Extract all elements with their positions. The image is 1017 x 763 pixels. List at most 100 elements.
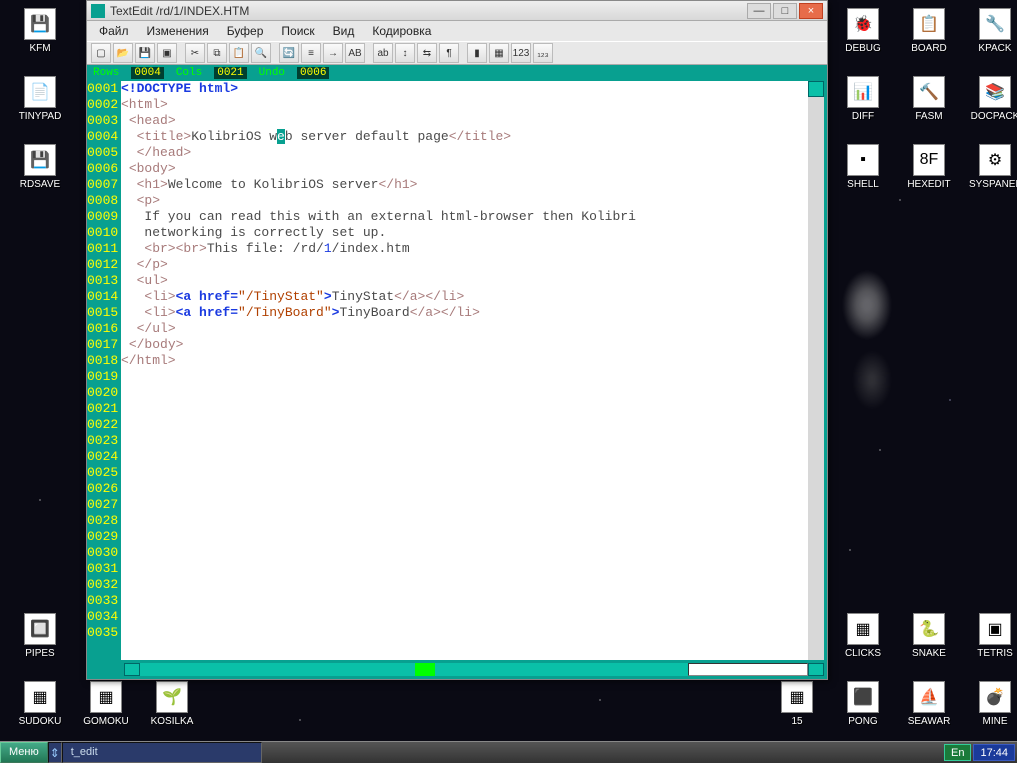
menu-Вид[interactable]: Вид (333, 24, 355, 38)
desktop-icon-clicks[interactable]: ▦CLICKS (833, 613, 893, 659)
desktop-icon-syspanel[interactable]: ⚙SYSPANEL (965, 144, 1017, 190)
close-button[interactable]: × (799, 3, 823, 19)
desktop-icon-pipes[interactable]: 🔲PIPES (10, 613, 70, 659)
hscroll-track[interactable] (140, 663, 688, 676)
code-line[interactable]: <html> (121, 97, 808, 113)
code-line[interactable]: <body> (121, 161, 808, 177)
desktop-icon-fasm[interactable]: 🔨FASM (899, 76, 959, 122)
desktop-icon-docpack[interactable]: 📚DOCPACK (965, 76, 1017, 122)
new-button[interactable]: ▢ (91, 43, 111, 63)
upper-button[interactable]: AB (345, 43, 365, 63)
desktop-icon-kpack[interactable]: 🔧KPACK (965, 8, 1017, 54)
maximize-button[interactable]: □ (773, 3, 797, 19)
scroll-up-button[interactable] (808, 81, 824, 97)
copy-button[interactable]: ⧉ (207, 43, 227, 63)
code-line[interactable] (121, 561, 808, 577)
desktop-icon-hexedit[interactable]: 8FHEXEDIT (899, 144, 959, 190)
save-button[interactable]: 💾 (135, 43, 155, 63)
code-line[interactable] (121, 385, 808, 401)
taskbar-task[interactable]: t_edit (62, 742, 262, 763)
desktop-icon-snake[interactable]: 🐍SNAKE (899, 613, 959, 659)
code-line[interactable] (121, 529, 808, 545)
desktop-icon-tetris[interactable]: ▣TETRIS (965, 613, 1017, 659)
desktop-icon-shell[interactable]: ▪SHELL (833, 144, 893, 190)
desktop-icon-diff[interactable]: 📊DIFF (833, 76, 893, 122)
scroll-right-button[interactable] (808, 663, 824, 676)
hscroll-thumb[interactable] (415, 663, 435, 676)
code-line[interactable] (121, 481, 808, 497)
desktop-icon-tinypad[interactable]: 📄TINYPAD (10, 76, 70, 122)
desktop-icon-kfm[interactable]: 💾KFM (10, 8, 70, 54)
code-line[interactable]: </head> (121, 145, 808, 161)
code-line[interactable] (121, 369, 808, 385)
code-line[interactable]: </html> (121, 353, 808, 369)
code-line[interactable]: </ul> (121, 321, 808, 337)
find-button[interactable]: 🔍 (251, 43, 271, 63)
search-field[interactable] (688, 663, 808, 676)
desktop-icon-debug[interactable]: 🐞DEBUG (833, 8, 893, 54)
desktop-icon-board[interactable]: 📋BOARD (899, 8, 959, 54)
desktop-icon-sudoku[interactable]: ▦SUDOKU (10, 681, 70, 727)
toggle-button[interactable]: ⇆ (417, 43, 437, 63)
code-line[interactable]: <p> (121, 193, 808, 209)
tray-time[interactable]: 17:44 (973, 744, 1015, 761)
code-line[interactable]: </p> (121, 257, 808, 273)
cut-button[interactable]: ✂ (185, 43, 205, 63)
color2-button[interactable]: ▦ (489, 43, 509, 63)
code-line[interactable] (121, 513, 808, 529)
paste-button[interactable]: 📋 (229, 43, 249, 63)
menu-Файл[interactable]: Файл (99, 24, 129, 38)
vertical-scrollbar[interactable] (808, 81, 824, 660)
code-line[interactable]: </body> (121, 337, 808, 353)
menu-Буфер[interactable]: Буфер (227, 24, 264, 38)
start-menu-button[interactable]: Меню (0, 742, 48, 763)
code-line[interactable]: If you can read this with an external ht… (121, 209, 808, 225)
minimize-button[interactable]: — (747, 3, 771, 19)
num2-button[interactable]: ₁₂₃ (533, 43, 553, 63)
desktop-icon-pong[interactable]: ⬛PONG (833, 681, 893, 727)
menu-Изменения[interactable]: Изменения (147, 24, 209, 38)
color1-button[interactable]: ▮ (467, 43, 487, 63)
code-line[interactable] (121, 449, 808, 465)
code-line[interactable]: <h1>Welcome to KolibriOS server</h1> (121, 177, 808, 193)
code-line[interactable] (121, 577, 808, 593)
desktop-icon-rdsave[interactable]: 💾RDSAVE (10, 144, 70, 190)
desktop-icon-seawar[interactable]: ⛵SEAWAR (899, 681, 959, 727)
pilcrow-button[interactable]: ¶ (439, 43, 459, 63)
code-line[interactable] (121, 609, 808, 625)
menu-Поиск[interactable]: Поиск (281, 24, 314, 38)
code-line[interactable]: <head> (121, 113, 808, 129)
code-line[interactable] (121, 593, 808, 609)
select-all-button[interactable]: ▣ (157, 43, 177, 63)
taskbar-arrows[interactable]: ⇕ (48, 742, 62, 763)
replace-button[interactable]: 🔄 (279, 43, 299, 63)
syntax-button[interactable]: ≡ (301, 43, 321, 63)
code-line[interactable]: <ul> (121, 273, 808, 289)
code-line[interactable] (121, 465, 808, 481)
menu-Кодировка[interactable]: Кодировка (372, 24, 431, 38)
lower-button[interactable]: ab (373, 43, 393, 63)
desktop-icon-mine[interactable]: 💣MINE (965, 681, 1017, 727)
scroll-left-button[interactable] (124, 663, 140, 676)
code-line[interactable] (121, 401, 808, 417)
goto-button[interactable]: → (323, 43, 343, 63)
code-line[interactable] (121, 625, 808, 641)
titlebar[interactable]: TextEdit /rd/1/INDEX.HTM — □ × (87, 1, 827, 21)
tray-lang[interactable]: En (944, 744, 971, 761)
open-button[interactable]: 📂 (113, 43, 133, 63)
code-line[interactable] (121, 417, 808, 433)
desktop-icon-15[interactable]: ▦15 (767, 681, 827, 727)
invert-button[interactable]: ↕ (395, 43, 415, 63)
code-line[interactable] (121, 545, 808, 561)
code-line[interactable]: <li><a href="/TinyStat">TinyStat</a></li… (121, 289, 808, 305)
code-line[interactable]: <li><a href="/TinyBoard">TinyBoard</a></… (121, 305, 808, 321)
code-line[interactable]: <!DOCTYPE html> (121, 81, 808, 97)
code-area[interactable]: <!DOCTYPE html><html> <head> <title>Koli… (121, 81, 808, 660)
num1-button[interactable]: 123 (511, 43, 531, 63)
code-line[interactable] (121, 497, 808, 513)
desktop-icon-gomoku[interactable]: ▦GOMOKU (76, 681, 136, 727)
scroll-track[interactable] (808, 97, 824, 660)
code-line[interactable] (121, 433, 808, 449)
code-line[interactable]: <br><br>This file: /rd/1/index.htm (121, 241, 808, 257)
code-line[interactable]: networking is correctly set up. (121, 225, 808, 241)
